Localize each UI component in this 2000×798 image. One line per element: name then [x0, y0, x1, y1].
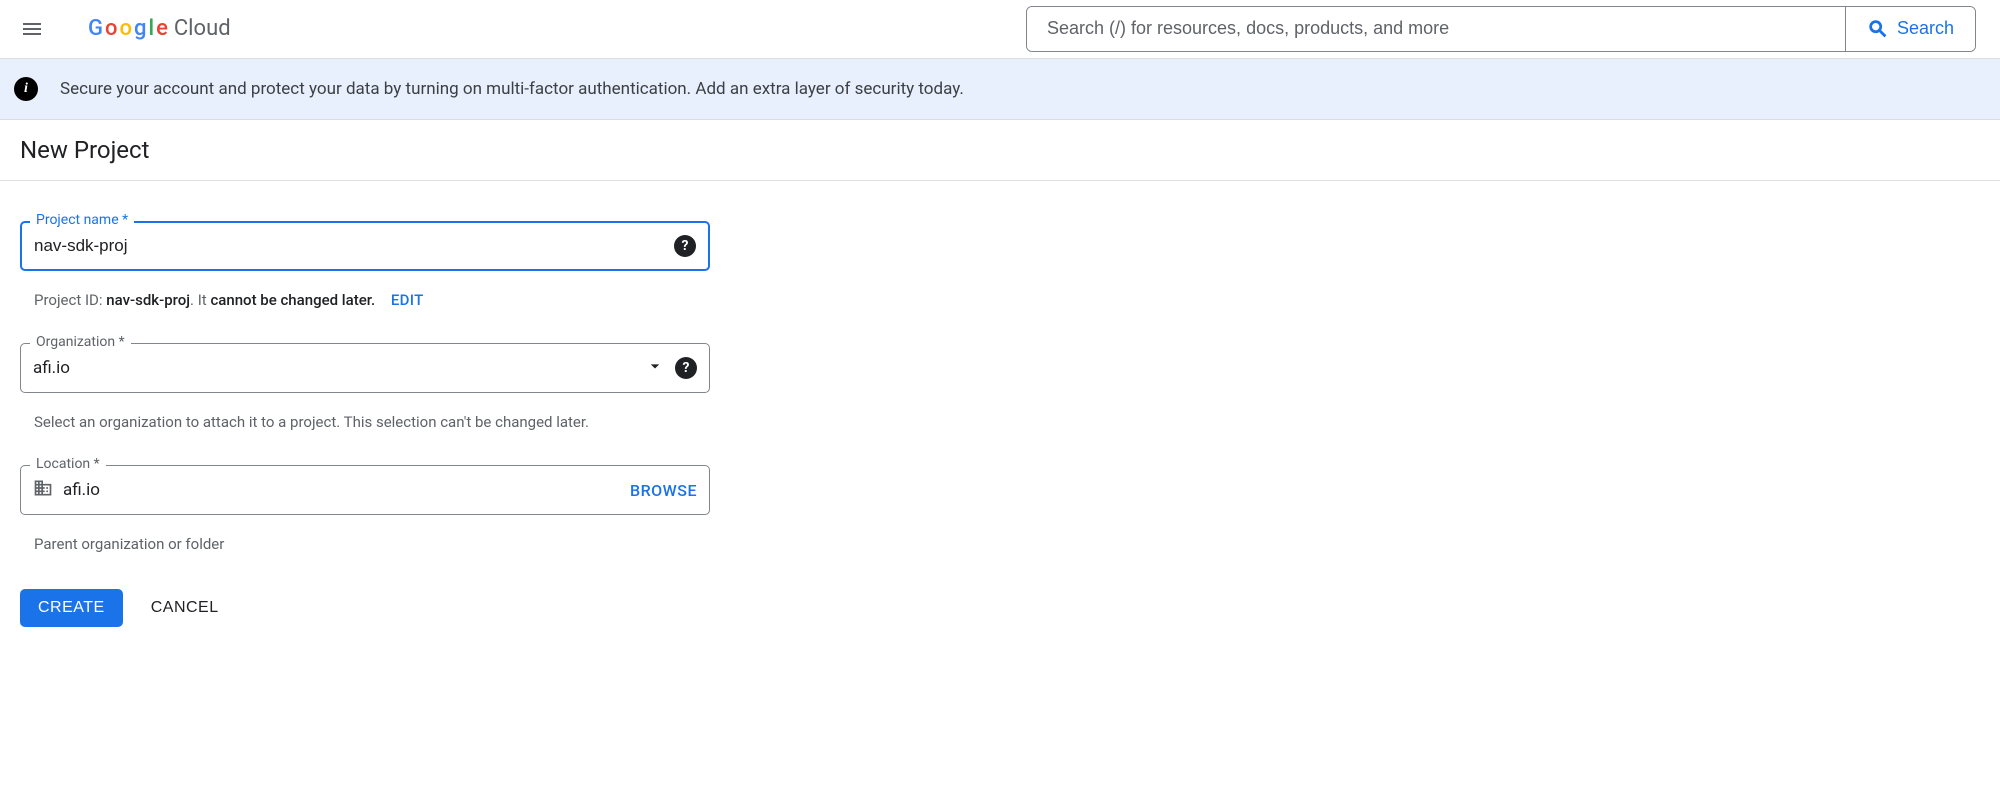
location-label: Location *	[30, 456, 106, 472]
project-name-field: Project name * ?	[20, 221, 710, 271]
google-cloud-logo[interactable]: GoogleCloud	[88, 16, 231, 41]
location-value: afi.io	[63, 480, 620, 500]
form-actions: CREATE CANCEL	[20, 589, 710, 627]
chevron-down-icon	[645, 356, 665, 380]
organization-icon	[33, 478, 53, 502]
search-button[interactable]: Search	[1845, 7, 1975, 51]
mfa-banner: i Secure your account and protect your d…	[0, 58, 2000, 120]
project-name-label: Project name *	[30, 212, 134, 228]
organization-value: afi.io	[33, 358, 635, 378]
create-button[interactable]: CREATE	[20, 589, 123, 627]
project-name-input[interactable]	[34, 236, 664, 256]
header: GoogleCloud Search	[0, 0, 2000, 58]
page-title: New Project	[0, 120, 2000, 181]
help-icon[interactable]: ?	[675, 357, 697, 379]
edit-project-id-link[interactable]: EDIT	[391, 291, 424, 309]
search-icon	[1867, 18, 1889, 40]
info-icon: i	[14, 77, 38, 101]
organization-field: Organization * afi.io ?	[20, 343, 710, 393]
browse-location-link[interactable]: BROWSE	[630, 481, 697, 500]
search-button-label: Search	[1897, 18, 1954, 39]
new-project-form: Project name * ? Project ID: nav-sdk-pro…	[0, 181, 730, 647]
organization-helper: Select an organization to attach it to a…	[20, 403, 710, 431]
menu-button[interactable]	[14, 11, 50, 47]
organization-select[interactable]: afi.io ?	[20, 343, 710, 393]
project-id-helper: Project ID: nav-sdk-proj. It cannot be c…	[20, 281, 710, 309]
search-container: Search	[1026, 6, 1976, 52]
location-field: Location * afi.io BROWSE	[20, 465, 710, 515]
banner-message: Secure your account and protect your dat…	[60, 79, 964, 99]
organization-label: Organization *	[30, 334, 131, 350]
search-input[interactable]	[1027, 7, 1845, 51]
cancel-button[interactable]: CANCEL	[151, 599, 219, 617]
help-icon[interactable]: ?	[674, 235, 696, 257]
location-helper: Parent organization or folder	[20, 525, 710, 553]
hamburger-icon	[20, 17, 44, 41]
